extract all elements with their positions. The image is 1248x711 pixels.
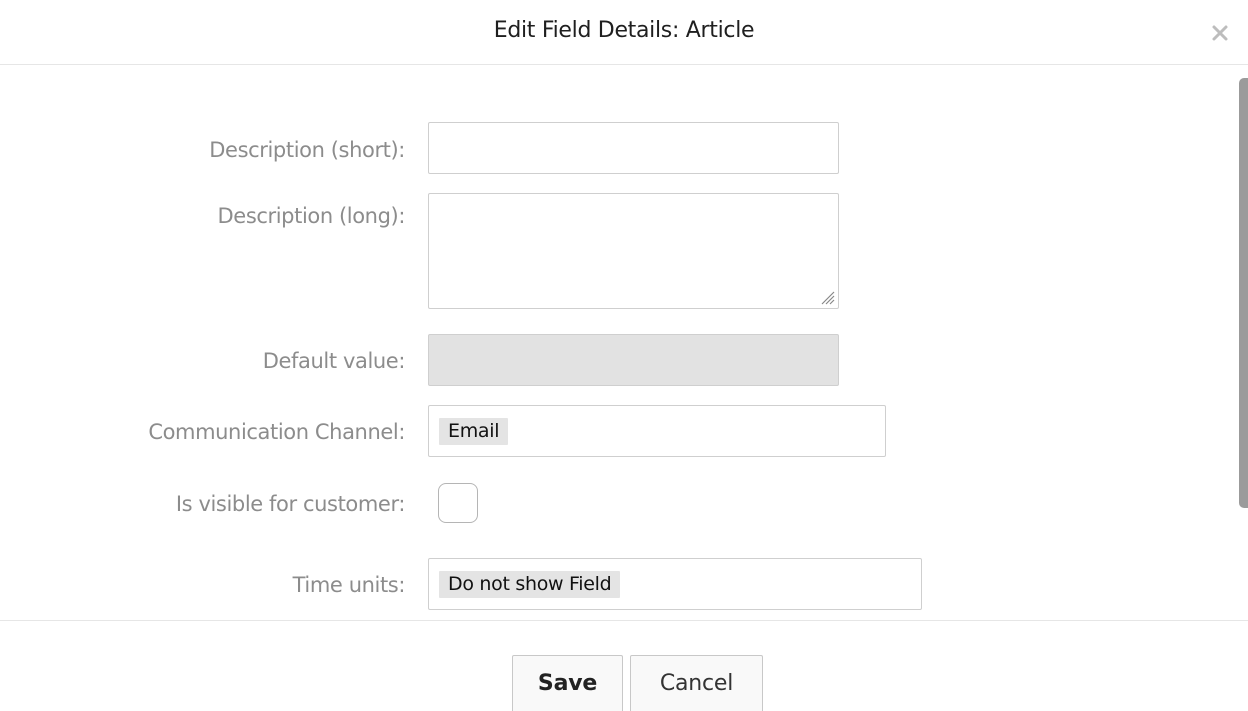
time-units-label: Time units: (292, 573, 406, 597)
description-long-label: Description (long): (217, 204, 406, 228)
description-long-textarea[interactable] (428, 193, 839, 309)
is-visible-for-customer-checkbox[interactable] (438, 483, 478, 523)
is-visible-for-customer-label: Is visible for customer: (175, 492, 406, 516)
close-icon[interactable] (1209, 22, 1231, 44)
scrollbar-thumb[interactable] (1239, 78, 1248, 508)
description-short-label: Description (short): (209, 138, 405, 162)
save-button[interactable]: Save (512, 655, 623, 711)
default-value-label: Default value: (262, 349, 406, 373)
cancel-button[interactable]: Cancel (630, 655, 763, 711)
footer-divider (0, 620, 1248, 621)
communication-channel-select[interactable]: Email (428, 405, 886, 457)
default-value-input (428, 334, 839, 386)
time-units-select[interactable]: Do not show Field (428, 558, 922, 610)
dialog-header: Edit Field Details: Article (0, 0, 1248, 65)
selected-option-chip: Email (439, 418, 509, 445)
edit-field-dialog: Edit Field Details: Article Description … (0, 0, 1248, 711)
selected-option-chip: Do not show Field (439, 571, 621, 598)
dialog-body: Description (short): Description (long):… (0, 66, 1248, 620)
dialog-title: Edit Field Details: Article (493, 18, 755, 43)
resize-handle-icon[interactable] (818, 288, 836, 306)
communication-channel-label: Communication Channel: (148, 420, 405, 444)
description-short-input[interactable] (428, 122, 839, 174)
